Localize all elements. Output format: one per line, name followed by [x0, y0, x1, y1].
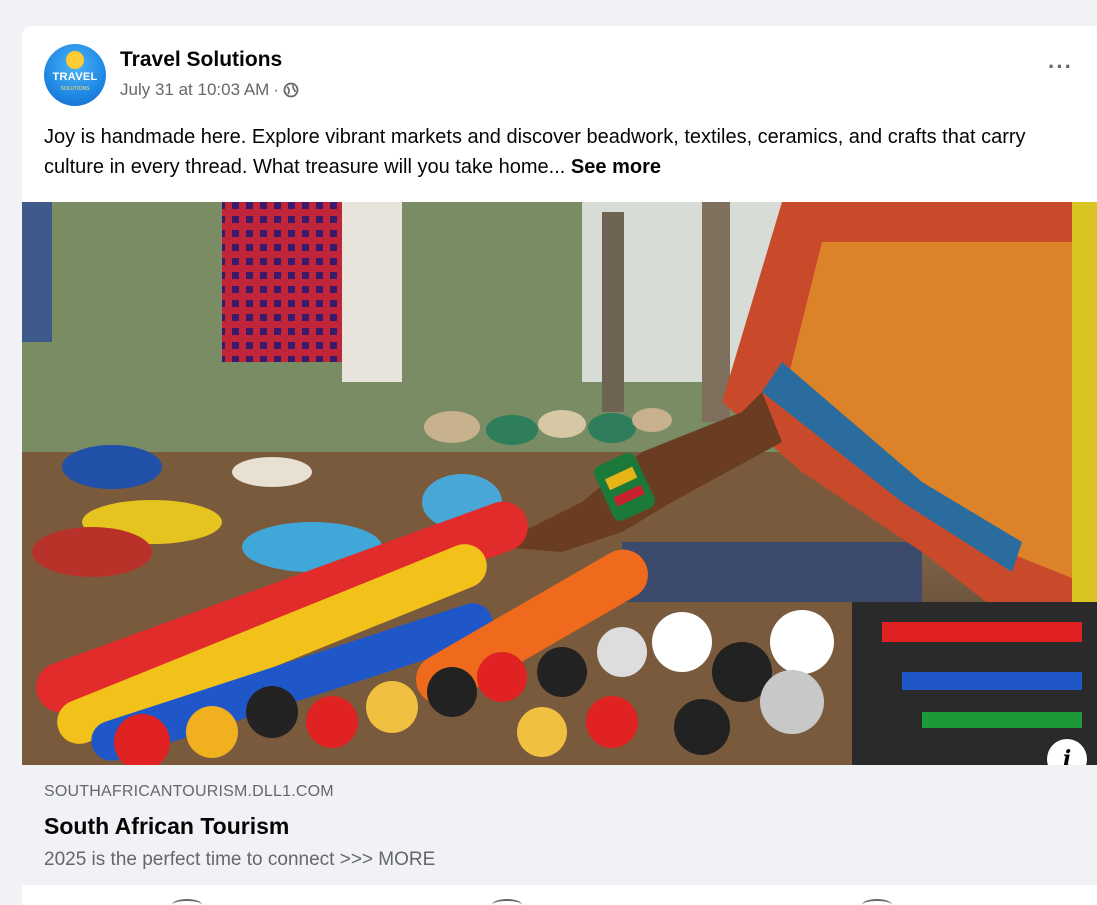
- photo-bead-ball: [427, 667, 477, 717]
- photo-bead-ball: [586, 696, 638, 748]
- photo-bead-ball: [537, 647, 587, 697]
- market-photo: [22, 202, 1097, 765]
- like-icon[interactable]: [172, 899, 202, 905]
- photo-headband-stripe: [922, 712, 1082, 728]
- photo-white-cloth: [342, 202, 402, 382]
- author-name[interactable]: Travel Solutions: [120, 48, 282, 72]
- photo-bead-ball: [652, 612, 712, 672]
- photo-bead-ball: [517, 707, 567, 757]
- post-caption: Joy is handmade here. Explore vibrant ma…: [44, 122, 1073, 182]
- photo-bead-ball: [597, 627, 647, 677]
- avatar-logo-text: TRAVEL: [52, 71, 98, 83]
- more-options-icon[interactable]: ···: [1048, 56, 1073, 78]
- photo-bead-ball: [306, 696, 358, 748]
- avatar[interactable]: TRAVEL SOLUTIONS: [44, 44, 106, 106]
- link-domain: SOUTHAFRICANTOURISM.DLL1.COM: [44, 783, 334, 800]
- caption-text: Joy is handmade here. Explore vibrant ma…: [44, 126, 1026, 178]
- photo-headband-stripe: [902, 672, 1082, 690]
- post-card: TRAVEL SOLUTIONS Travel Solutions July 3…: [22, 26, 1097, 905]
- link-preview[interactable]: SOUTHAFRICANTOURISM.DLL1.COM South Afric…: [22, 765, 1097, 885]
- post-header: TRAVEL SOLUTIONS Travel Solutions July 3…: [22, 26, 1097, 116]
- post-image[interactable]: i: [22, 202, 1097, 765]
- link-description: 2025 is the perfect time to connect >>> …: [44, 849, 436, 870]
- photo-yellow-beads: [1072, 202, 1097, 622]
- action-bar: [22, 885, 1097, 905]
- photo-hat: [486, 415, 538, 445]
- photo-bead-ball: [246, 686, 298, 738]
- link-title[interactable]: South African Tourism: [44, 813, 289, 840]
- share-icon[interactable]: [862, 899, 892, 905]
- avatar-logo-subtext: SOLUTIONS: [60, 86, 90, 92]
- photo-bead-basket: [232, 457, 312, 487]
- meta-separator: ·: [273, 80, 279, 99]
- photo-tree-trunk: [702, 202, 730, 422]
- post-timestamp[interactable]: July 31 at 10:03 AM: [120, 80, 269, 100]
- photo-hat: [632, 408, 672, 432]
- photo-bead-basket: [32, 527, 152, 577]
- photo-bead-basket: [62, 445, 162, 489]
- photo-headband-stripe: [882, 622, 1082, 642]
- sun-icon: [66, 51, 84, 69]
- photo-tree-trunk: [602, 212, 624, 412]
- photo-bead-ball: [674, 699, 730, 755]
- globe-icon: [283, 82, 299, 98]
- photo-bead-ball: [477, 652, 527, 702]
- comment-icon[interactable]: [492, 899, 522, 905]
- photo-bead-mats: [622, 542, 922, 602]
- see-more-link[interactable]: See more: [571, 156, 661, 178]
- photo-hanging-cloth: [22, 202, 52, 342]
- photo-bead-ball: [366, 681, 418, 733]
- photo-bead-ball: [186, 706, 238, 758]
- photo-hat: [538, 410, 586, 438]
- photo-hat: [424, 411, 480, 443]
- photo-plaid-pattern: [222, 202, 342, 362]
- photo-bead-ball: [770, 610, 834, 674]
- photo-bead-ball: [760, 670, 824, 734]
- post-meta: July 31 at 10:03 AM ·: [120, 80, 299, 100]
- photo-hat: [588, 413, 636, 443]
